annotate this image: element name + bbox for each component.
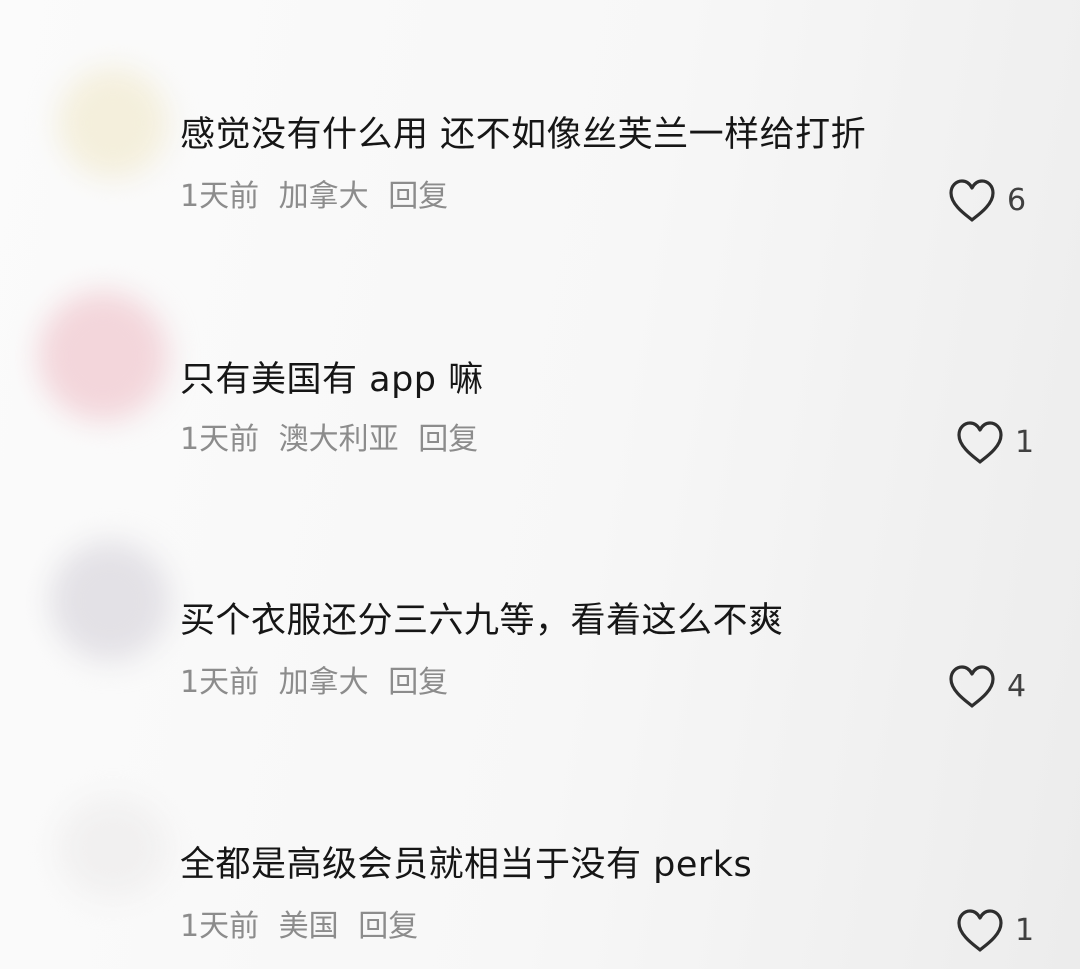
comment-item: 只有美国有 app 嘛 1天前 澳大利亚 回复 1 <box>0 291 1080 483</box>
comment-text: 感觉没有什么用 还不如像丝芙兰一样给打折 <box>180 115 867 155</box>
comment-time: 1天前 <box>180 422 260 457</box>
comment-text: 全都是高级会员就相当于没有 perks <box>180 845 753 885</box>
like-button[interactable]: 4 <box>947 664 1026 710</box>
reply-button[interactable]: 回复 <box>418 422 478 457</box>
comment-time: 1天前 <box>180 909 260 944</box>
heart-outline-icon <box>957 909 1003 952</box>
reply-button[interactable]: 回复 <box>358 909 418 944</box>
like-count: 6 <box>1007 183 1027 218</box>
comment-meta: 1天前 美国 回复 <box>180 908 428 946</box>
comment-text: 买个衣服还分三六九等，看着这么不爽 <box>180 601 784 641</box>
avatar[interactable] <box>50 541 170 661</box>
like-count: 1 <box>1015 425 1035 460</box>
heart-outline-icon <box>949 665 995 708</box>
like-button[interactable]: 1 <box>955 420 1034 466</box>
comment-list-screen: { "comments": [ { "text": "感觉没有什么用 还不如像丝… <box>0 0 1080 969</box>
avatar[interactable] <box>58 798 168 898</box>
comment-meta: 1天前 加拿大 回复 <box>180 664 458 702</box>
comment-meta: 1天前 加拿大 回复 <box>180 178 458 216</box>
comment-location: 澳大利亚 <box>278 422 399 457</box>
comment-text: 只有美国有 app 嘛 <box>180 360 484 400</box>
comment-item: 买个衣服还分三六九等，看着这么不爽 1天前 加拿大 回复 4 <box>0 541 1080 726</box>
heart-outline-icon <box>957 421 1003 464</box>
like-count: 1 <box>1015 913 1035 948</box>
reply-button[interactable]: 回复 <box>388 665 448 700</box>
reply-button[interactable]: 回复 <box>388 179 448 214</box>
comment-location: 美国 <box>278 909 339 944</box>
comment-meta: 1天前 澳大利亚 回复 <box>180 421 488 459</box>
comment-time: 1天前 <box>180 179 260 214</box>
comment-time: 1天前 <box>180 665 260 700</box>
like-button[interactable]: 1 <box>955 908 1034 954</box>
comment-location: 加拿大 <box>278 179 369 214</box>
comment-location: 加拿大 <box>278 665 369 700</box>
avatar[interactable] <box>38 291 168 421</box>
heart-outline-icon <box>949 179 995 222</box>
like-button[interactable]: 6 <box>947 178 1026 224</box>
avatar[interactable] <box>58 68 168 178</box>
comment-item: 全都是高级会员就相当于没有 perks 1天前 美国 回复 1 <box>0 788 1080 968</box>
comment-item: 感觉没有什么用 还不如像丝芙兰一样给打折 1天前 加拿大 回复 6 <box>0 60 1080 240</box>
like-count: 4 <box>1007 669 1027 704</box>
